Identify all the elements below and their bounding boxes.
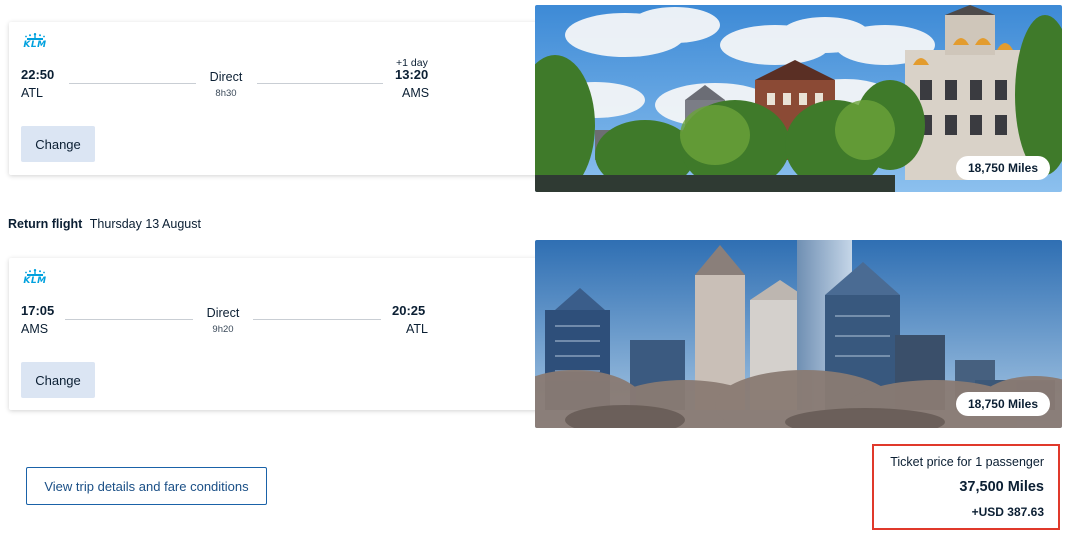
return-flight-card: KLM 17:05 AMS Direct 9h20 20:25 ATL Chan… [9,258,539,410]
klm-crown-icon [25,269,45,276]
arrival-time: 13:20 [395,67,429,82]
total-miles: 37,500 Miles [959,479,1044,495]
outbound-miles-badge: 18,750 Miles [955,156,1050,180]
departure-airport: ATL [21,86,43,100]
stop-type: Direct [209,70,243,84]
route-line-left [69,83,196,84]
departure-time: 17:05 [21,303,55,318]
klm-logo-text: KLM [23,276,47,286]
departure-airport: AMS [21,322,49,336]
ticket-price-summary: Ticket price for 1 passenger 37,500 Mile… [872,444,1060,530]
route-line-left [65,319,193,320]
change-outbound-button[interactable]: Change [21,126,95,162]
return-flight-heading: Return flight Thursday 13 August [8,217,201,231]
return-flight-date: Thursday 13 August [89,217,201,231]
klm-logo: KLM [21,33,49,50]
change-return-button[interactable]: Change [21,362,95,398]
route-line-right [257,83,383,84]
view-trip-details-button[interactable]: View trip details and fare conditions [26,467,267,505]
flight-duration: 8h30 [215,88,237,99]
klm-crown-icon [25,33,45,40]
atlanta-photo: 18,750 Miles [535,240,1062,428]
return-miles-badge: 18,750 Miles [955,392,1050,416]
route-line-right [253,319,381,320]
arrival-airport: AMS [402,86,430,100]
taxes-usd: +USD 387.63 [971,505,1044,519]
stop-type: Direct [206,306,240,320]
amsterdam-photo: 18,750 Miles [535,5,1062,192]
arrival-time: 20:25 [392,303,426,318]
klm-logo: KLM [21,269,49,286]
flight-duration: 9h20 [212,324,234,335]
arrival-airport: ATL [406,322,428,336]
return-flight-label: Return flight [8,217,83,231]
price-caption: Ticket price for 1 passenger [890,455,1044,469]
klm-logo-text: KLM [23,40,47,50]
departure-time: 22:50 [21,67,55,82]
outbound-flight-card: KLM 22:50 ATL Direct 8h30 +1 day 13:20 A… [9,22,539,175]
